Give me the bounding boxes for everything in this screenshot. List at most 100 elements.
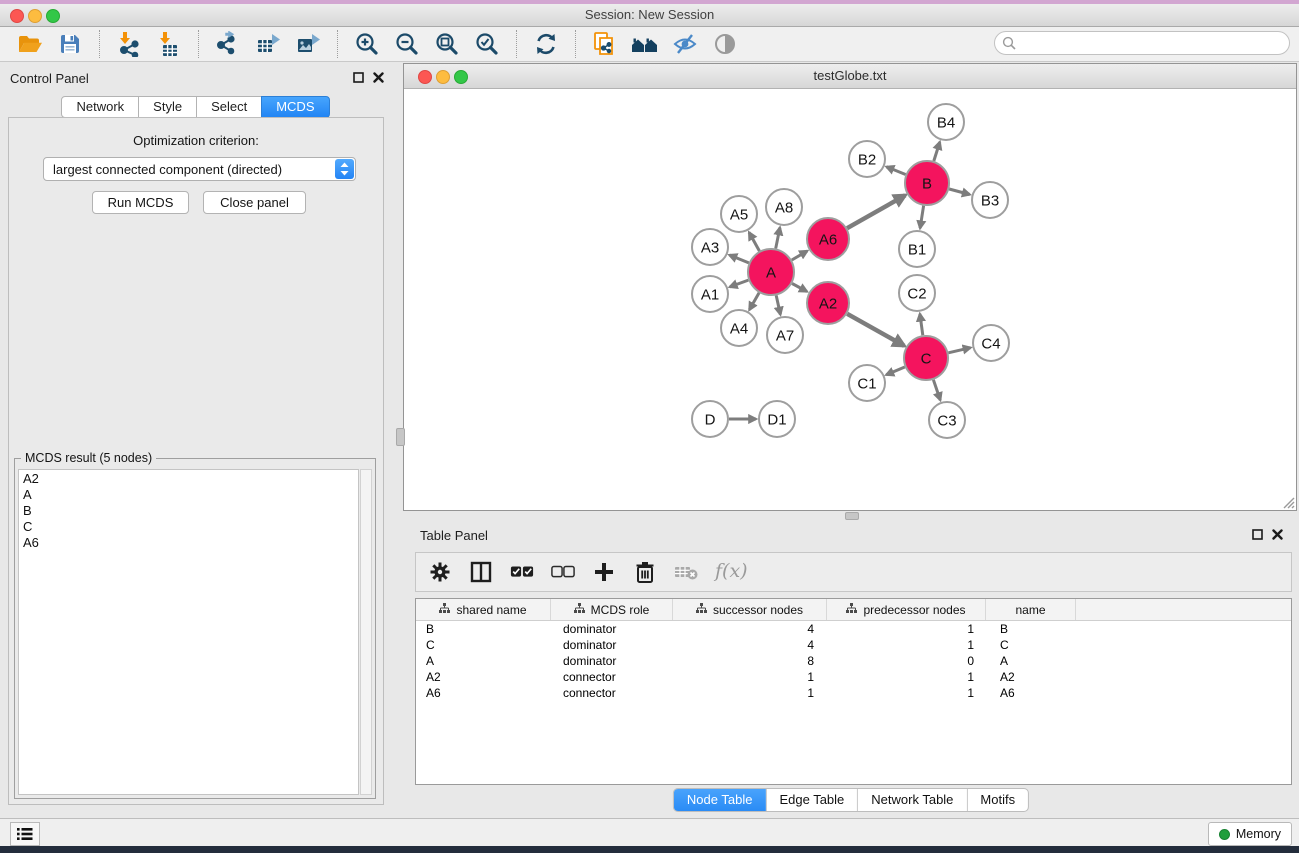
column-header-name[interactable]: name xyxy=(986,599,1076,620)
graph-edge-B-B4[interactable] xyxy=(934,142,940,161)
column-header-shared-name[interactable]: shared name xyxy=(416,599,551,620)
delete-table-icon[interactable] xyxy=(674,560,698,584)
graph-node-A[interactable]: A xyxy=(748,249,794,295)
graph-edge-C-C1[interactable] xyxy=(886,367,905,375)
table-row-a6[interactable]: A6connector11A6 xyxy=(416,685,1291,701)
graph-node-B4[interactable]: B4 xyxy=(928,104,964,140)
graph-edge-A-A1[interactable] xyxy=(730,280,749,287)
graph-node-A1[interactable]: A1 xyxy=(692,276,728,312)
graph-edge-B-B1[interactable] xyxy=(920,206,924,229)
network-canvas[interactable]: B4 B2 B B3 A8A5A3 A6 B1 A A1 C2 A2 A4 A7 C4 C C1 C3 D D1 xyxy=(404,89,1296,510)
graph-node-D1[interactable]: D1 xyxy=(759,401,795,437)
close-panel-button[interactable]: Close panel xyxy=(203,191,306,214)
graph-node-C3[interactable]: C3 xyxy=(929,402,965,438)
select-all-columns-icon[interactable] xyxy=(510,560,534,584)
window-resize-grip[interactable] xyxy=(1281,495,1295,509)
graph-node-D[interactable]: D xyxy=(692,401,728,437)
graph-node-C1[interactable]: C1 xyxy=(849,365,885,401)
graph-edge-C-C4[interactable] xyxy=(948,348,970,353)
graph-edge-A-A2[interactable] xyxy=(792,284,807,292)
graph-node-B[interactable]: B xyxy=(905,161,949,205)
close-panel-icon[interactable] xyxy=(373,72,384,83)
graph-edge-A-A5[interactable] xyxy=(749,232,759,251)
show-all-icon[interactable] xyxy=(710,30,740,58)
graph-edge-C-C2[interactable] xyxy=(920,314,923,335)
export-network-icon[interactable] xyxy=(213,30,243,58)
graph-node-C4[interactable]: C4 xyxy=(973,325,1009,361)
export-table-icon[interactable] xyxy=(253,30,283,58)
graphics-details-icon[interactable] xyxy=(630,30,660,58)
tab-edge-table[interactable]: Edge Table xyxy=(765,789,857,811)
tab-motifs[interactable]: Motifs xyxy=(966,789,1028,811)
column-header-mcds-role[interactable]: MCDS role xyxy=(551,599,673,620)
table-row-c[interactable]: Cdominator41C xyxy=(416,637,1291,653)
clone-network-icon[interactable] xyxy=(590,30,620,58)
zoom-fit-icon[interactable] xyxy=(432,30,462,58)
tab-select[interactable]: Select xyxy=(196,96,262,118)
graph-edge-A-A3[interactable] xyxy=(729,255,748,263)
tab-network-table[interactable]: Network Table xyxy=(857,789,966,811)
export-image-icon[interactable] xyxy=(293,30,323,58)
graph-edge-B-B2[interactable] xyxy=(887,167,906,175)
graph-node-A8[interactable]: A8 xyxy=(766,189,802,225)
graph-node-B3[interactable]: B3 xyxy=(972,182,1008,218)
graph-edge-C-C3[interactable] xyxy=(933,380,940,400)
graph-edge-A-A8[interactable] xyxy=(776,228,780,249)
tab-node-table[interactable]: Node Table xyxy=(674,789,766,811)
zoom-in-icon[interactable] xyxy=(352,30,382,58)
float-panel-icon[interactable] xyxy=(1252,529,1263,540)
graph-node-B2[interactable]: B2 xyxy=(849,141,885,177)
tab-mcds[interactable]: MCDS xyxy=(261,96,329,118)
graph-node-A2[interactable]: A2 xyxy=(807,282,849,324)
result-list-scrollbar[interactable] xyxy=(360,469,372,795)
run-mcds-button[interactable]: Run MCDS xyxy=(92,191,189,214)
graph-edge-A2-C[interactable] xyxy=(847,314,904,346)
column-header-successor-nodes[interactable]: successor nodes xyxy=(673,599,827,620)
table-settings-gear-icon[interactable] xyxy=(428,560,452,584)
zoom-out-icon[interactable] xyxy=(392,30,422,58)
result-item-a6[interactable]: A6 xyxy=(23,535,358,551)
import-table-icon[interactable] xyxy=(154,30,184,58)
graph-node-C[interactable]: C xyxy=(904,336,948,380)
memory-button[interactable]: Memory xyxy=(1208,822,1292,846)
task-history-button[interactable] xyxy=(10,822,40,846)
result-item-c[interactable]: C xyxy=(23,519,358,535)
horizontal-split-handle[interactable] xyxy=(845,512,859,520)
graph-edge-A-A6[interactable] xyxy=(792,251,807,260)
graph-node-A5[interactable]: A5 xyxy=(721,196,757,232)
table-row-a2[interactable]: A2connector11A2 xyxy=(416,669,1291,685)
apply-layout-icon[interactable] xyxy=(531,30,561,58)
close-panel-icon[interactable] xyxy=(1272,529,1283,540)
graph-node-A6[interactable]: A6 xyxy=(807,218,849,260)
result-item-a[interactable]: A xyxy=(23,487,358,503)
result-item-b[interactable]: B xyxy=(23,503,358,519)
show-column-panel-icon[interactable] xyxy=(469,560,493,584)
hide-selected-icon[interactable] xyxy=(670,30,700,58)
graph-edge-A-A4[interactable] xyxy=(749,293,759,310)
table-row-b[interactable]: Bdominator41B xyxy=(416,621,1291,637)
graph-node-C2[interactable]: C2 xyxy=(899,275,935,311)
result-item-a2[interactable]: A2 xyxy=(23,471,358,487)
graph-node-A4[interactable]: A4 xyxy=(721,310,757,346)
float-panel-icon[interactable] xyxy=(353,72,364,83)
function-builder-icon[interactable]: f(x) xyxy=(715,560,748,582)
graph-node-A7[interactable]: A7 xyxy=(767,317,803,353)
unselect-all-columns-icon[interactable] xyxy=(551,560,575,584)
zoom-selected-icon[interactable] xyxy=(472,30,502,58)
create-column-icon[interactable] xyxy=(592,560,616,584)
graph-edge-A6-B[interactable] xyxy=(847,195,905,228)
graph-edge-A-A7[interactable] xyxy=(776,295,780,314)
open-file-icon[interactable] xyxy=(15,30,45,58)
save-session-icon[interactable] xyxy=(55,30,85,58)
delete-column-icon[interactable] xyxy=(633,560,657,584)
graph-node-A3[interactable]: A3 xyxy=(692,229,728,265)
tab-network[interactable]: Network xyxy=(61,96,139,118)
search-input[interactable] xyxy=(1021,33,1281,55)
graph-edge-B-B3[interactable] xyxy=(949,189,970,195)
vertical-split-handle[interactable] xyxy=(396,428,405,446)
table-row-a[interactable]: Adominator80A xyxy=(416,653,1291,669)
tab-style[interactable]: Style xyxy=(138,96,197,118)
import-network-icon[interactable] xyxy=(114,30,144,58)
column-header-predecessor-nodes[interactable]: predecessor nodes xyxy=(827,599,986,620)
graph-node-B1[interactable]: B1 xyxy=(899,231,935,267)
